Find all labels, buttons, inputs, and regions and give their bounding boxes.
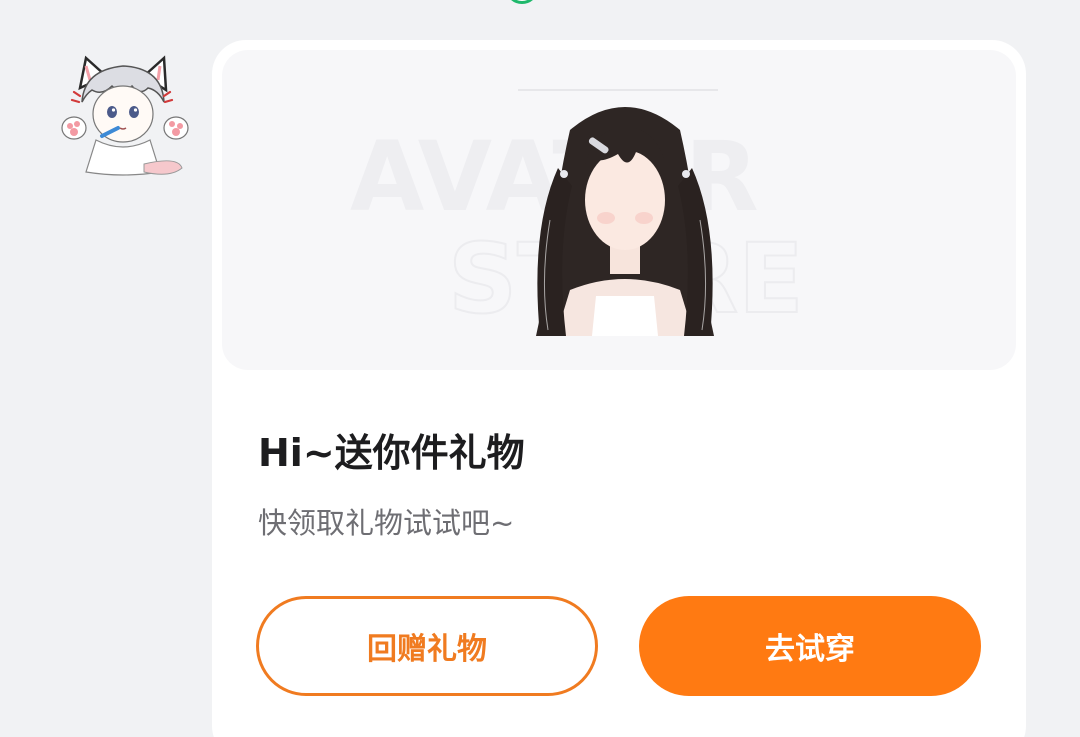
try-on-button[interactable]: 去试穿 xyxy=(639,596,981,696)
chat-page: AVATAR STORE xyxy=(0,0,1080,737)
gift-subtitle: 快领取礼物试试吧~ xyxy=(258,506,515,540)
sender-avatar[interactable] xyxy=(52,36,194,178)
avatar-store-banner: AVATAR STORE xyxy=(222,50,1016,370)
status-ring-icon xyxy=(505,0,539,4)
cat-eared-avatar-icon xyxy=(61,55,189,176)
avatar-model-image xyxy=(536,107,714,336)
gift-back-button[interactable]: 回赠礼物 xyxy=(256,596,598,696)
gift-message-card: AVATAR STORE xyxy=(212,40,1026,737)
gift-title: Hi~送你件礼物 xyxy=(258,431,525,475)
